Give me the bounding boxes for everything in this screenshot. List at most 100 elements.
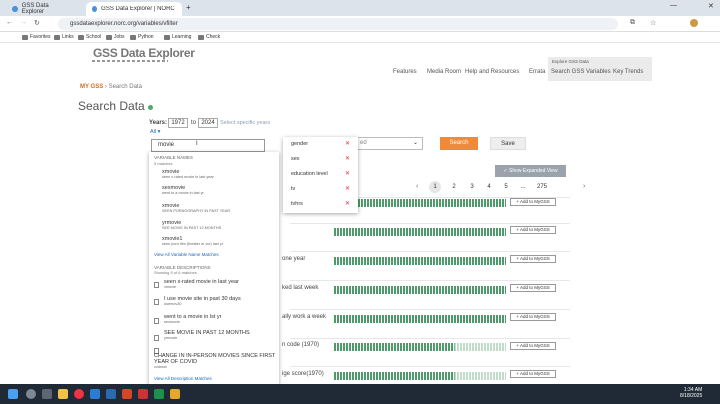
windows-start-icon[interactable] [8,389,18,399]
all-filter-toggle[interactable]: All ▾ [150,129,160,135]
nav-media-room[interactable]: Media Room [427,69,461,75]
search-button[interactable]: Search [440,137,478,150]
tag-gender: gender ✕ [283,137,358,152]
powerpoint-icon[interactable] [122,389,132,399]
task-view-icon[interactable] [42,389,52,399]
year-to-input[interactable]: 2024 [198,118,218,128]
year-from-input[interactable]: 1972 [168,118,188,128]
row-label: ally work a week [282,314,327,320]
add-to-mygss-button[interactable]: + Add to MyGSS [510,198,556,206]
row-label: ked last week [282,285,319,291]
bookmark-check[interactable]: Check [198,33,220,42]
bookmark-learning[interactable]: Learning [164,33,191,42]
page-3[interactable]: 3 [466,181,478,193]
add-to-mygss-button[interactable]: + Add to MyGSS [510,313,556,321]
remove-icon[interactable]: ✕ [345,152,350,167]
browser-tab-1[interactable]: GSS Data Explorer [6,2,76,16]
row-label: ige score(1970) [282,371,324,377]
app-icon[interactable] [170,389,180,399]
page-1[interactable]: 1 [429,181,441,193]
suggestion-item[interactable]: xmovie1 seen porn film (theater or vcr) l… [162,236,223,247]
breadcrumb-current: Search Data [108,84,142,90]
suggestion-item[interactable]: xmovie SEEN PORNOGRAPHY IN PAST YEAR [162,203,230,214]
folder-icon [22,35,28,40]
breadcrumb-home[interactable]: MY GSS [80,84,103,90]
description-item[interactable]: seen x-rated movie in last year xmovie [164,279,274,290]
forward-icon[interactable]: → [20,19,27,26]
acrobat-icon[interactable] [138,389,148,399]
remove-icon[interactable]: ✕ [345,137,350,152]
add-to-mygss-button[interactable]: + Add to MyGSS [510,255,556,263]
save-button[interactable]: Save [490,137,526,150]
tag-tvhrs: tvhrs ✕ [283,197,358,212]
browser-tab-2[interactable]: GSS Data Explorer | NORC at th [86,2,182,16]
suggestion-item[interactable]: sexmovie went to a movie in last yr [162,185,204,196]
nav-errata[interactable]: Errata [529,69,545,75]
search-icon[interactable] [26,389,36,399]
search-input[interactable]: movie [151,139,265,152]
select-specific-years-link[interactable]: Select specific years [220,120,270,126]
file-explorer-icon[interactable] [58,389,68,399]
page-2[interactable]: 2 [448,181,460,193]
bookmark-jobs[interactable]: Jobs [106,33,125,42]
minimize-icon[interactable]: — [670,2,677,9]
remove-icon[interactable]: ✕ [345,197,350,212]
page-4[interactable]: 4 [483,181,495,193]
next-page-icon[interactable]: › [583,183,585,190]
remove-icon[interactable]: ✕ [345,182,350,197]
remove-icon[interactable]: ✕ [345,167,350,182]
site-logo[interactable]: GSS Data Explorer [93,46,195,60]
description-item[interactable]: I use movie site in past 30 days usemov30 [164,296,274,307]
chrome-icon[interactable] [74,389,84,399]
url-bar[interactable]: gssdataexplorer.norc.org/variables/vfilt… [58,18,618,30]
extensions-icon[interactable]: ⧉ [630,19,635,27]
nav-key-trends[interactable]: Key Trends [613,69,643,75]
nav-help[interactable]: Help and Resources [465,69,519,75]
star-icon[interactable]: ☆ [650,19,656,27]
description-item[interactable]: CHANGE IN IN-PERSON MOVIES SINCE FIRST Y… [154,353,276,370]
document-icon [154,318,159,324]
reload-icon[interactable]: ↻ [34,19,40,27]
view-all-name-matches-link[interactable]: View All Variable Name Matches [154,252,219,257]
bookmark-links[interactable]: Links [54,33,74,42]
data-bar-fill [334,372,506,380]
bookmark-python[interactable]: Python [130,33,154,42]
document-icon [154,335,159,341]
taskbar-clock[interactable]: 1:34 AM 8/18/2025 [680,387,702,399]
add-to-mygss-button[interactable]: + Add to MyGSS [510,226,556,234]
new-tab-icon[interactable]: + [186,3,191,12]
close-window-icon[interactable]: ✕ [708,2,714,10]
data-bar-fill [334,315,506,323]
bookmark-favorites[interactable]: Favorites [22,33,51,42]
add-to-mygss-button[interactable]: + Add to MyGSS [510,370,556,378]
tag-education-level: education level ✕ [283,167,358,182]
variable-names-header: VARIABLE NAMES [154,155,193,160]
vscode-icon[interactable] [106,389,116,399]
add-to-mygss-button[interactable]: + Add to MyGSS [510,342,556,350]
nav-search-variables[interactable]: Search GSS Variables [551,69,611,75]
word-icon[interactable] [90,389,100,399]
data-bar [334,286,506,294]
description-item[interactable]: went to a movie in lst yr sexmovie [164,314,274,325]
add-to-mygss-button[interactable]: + Add to MyGSS [510,284,556,292]
row-label: one year [282,256,306,262]
page-5[interactable]: 5 [500,181,512,193]
nav-panel-label: Explore GSS Data [552,59,589,64]
view-all-description-matches-link[interactable]: View All Description Matches [154,376,212,381]
page-275[interactable]: 275 [535,181,549,193]
nav-features[interactable]: Features [393,69,417,75]
profile-avatar[interactable] [690,19,698,27]
logo-bars [92,60,168,62]
prev-page-icon[interactable]: ‹ [416,183,418,190]
excel-icon[interactable] [154,389,164,399]
folder-icon [106,35,112,40]
filter-select[interactable]: ed ⌄ [355,137,423,150]
suggestion-item[interactable]: xmovie seen x-rated movie in last year [162,169,214,180]
data-bar-fill [334,228,506,236]
back-icon[interactable]: ← [6,19,13,26]
description-item[interactable]: SEE MOVIE IN PAST 12 MONTHS yrmovie [164,330,274,341]
show-expanded-view-button[interactable]: ✓ Show Expanded View [495,165,566,177]
folder-icon [130,35,136,40]
bookmark-school[interactable]: School [78,33,101,42]
suggestion-item[interactable]: yrmovie SEE MOVIE IN PAST 12 MONTHS [162,220,221,231]
